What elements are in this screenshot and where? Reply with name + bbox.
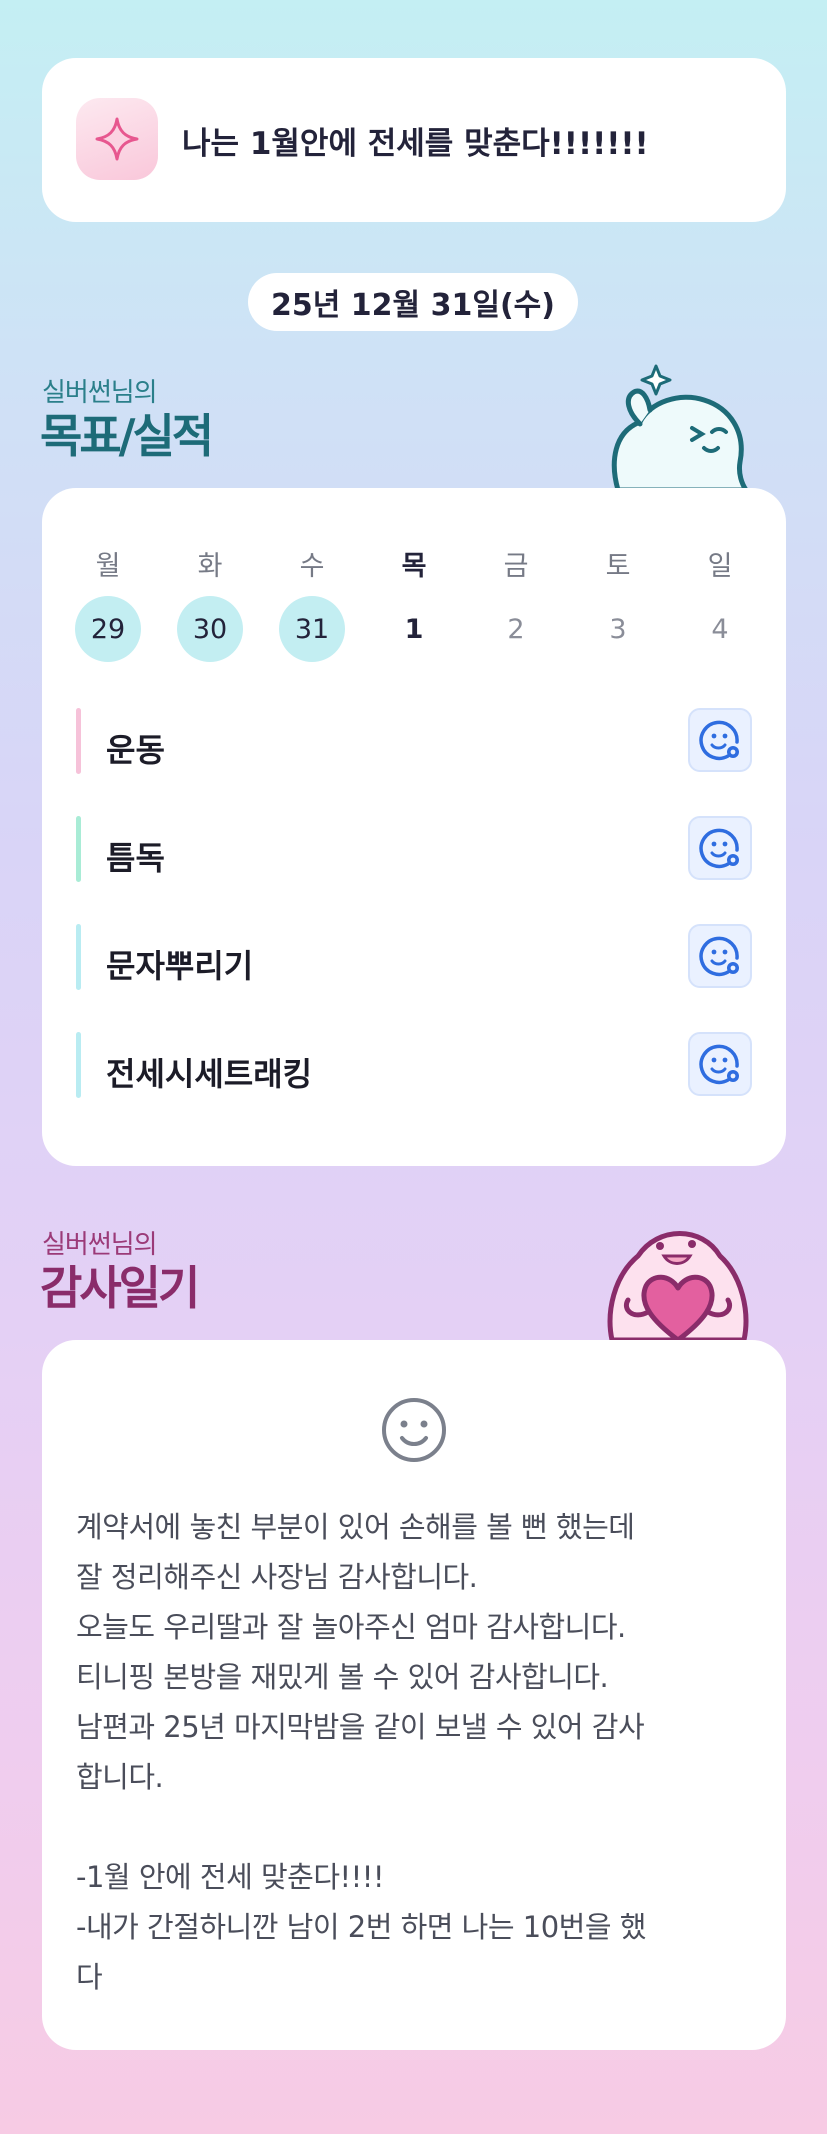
day-cell-completed[interactable]: 29 <box>75 596 141 662</box>
goals-section-title: 목표/실적 <box>40 409 214 463</box>
smile-face-icon <box>382 1398 446 1462</box>
day-cell[interactable]: 2 <box>483 596 549 662</box>
weekday-label: 수 <box>299 551 325 582</box>
goal-row[interactable]: 운동 <box>76 708 752 774</box>
goal-color-bar <box>76 924 81 990</box>
goal-label: 문자뿌리기 <box>106 947 254 985</box>
weekday-label: 화 <box>197 551 223 582</box>
weekday-label-today: 목 <box>401 551 427 582</box>
thanks-diary-text: 계약서에 놓친 부분이 있어 손해를 볼 뻔 했는데 잘 정리해주신 사장님 감… <box>76 1510 646 1994</box>
goals-card: 월 화 수 목 금 토 일 29 30 31 1 2 3 4 운동 틈독 문자뿌… <box>42 488 786 1166</box>
goal-status-button[interactable] <box>688 816 752 880</box>
goal-color-bar <box>76 708 81 774</box>
weekday-label: 금 <box>503 551 529 582</box>
thanks-diary-card[interactable]: 계약서에 놓친 부분이 있어 손해를 볼 뻔 했는데 잘 정리해주신 사장님 감… <box>42 1340 786 2050</box>
day-cell-completed[interactable]: 31 <box>279 596 345 662</box>
goal-status-button[interactable] <box>688 708 752 772</box>
goal-row[interactable]: 틈독 <box>76 816 752 882</box>
weekday-label: 일 <box>707 551 733 582</box>
goal-status-button[interactable] <box>688 924 752 988</box>
goal-label: 운동 <box>106 731 165 769</box>
goal-banner-text: 나는 1월안에 전세를 맞춘다!!!!!!! <box>182 126 649 162</box>
thanks-section-title: 감사일기 <box>40 1261 200 1315</box>
goal-color-bar <box>76 816 81 882</box>
mascot-teal-illustration <box>611 364 749 492</box>
day-cell[interactable]: 4 <box>687 596 753 662</box>
goal-banner[interactable]: 나는 1월안에 전세를 맞춘다!!!!!!! <box>42 58 786 222</box>
smiley-settings-icon <box>699 828 739 869</box>
weekday-label: 월 <box>95 551 121 582</box>
goal-row[interactable]: 전세시세트래킹 <box>76 1032 752 1098</box>
day-cell-completed[interactable]: 30 <box>177 596 243 662</box>
goal-label: 틈독 <box>106 839 165 877</box>
day-cell[interactable]: 3 <box>585 596 651 662</box>
mascot-pink-heart-illustration <box>607 1231 749 1342</box>
goal-color-bar <box>76 1032 81 1098</box>
smiley-settings-icon <box>699 1044 739 1085</box>
date-selector[interactable]: 25년 12월 31일(수) <box>248 273 578 331</box>
goal-row[interactable]: 문자뿌리기 <box>76 924 752 990</box>
smiley-settings-icon <box>699 720 739 761</box>
day-cell-today[interactable]: 1 <box>381 596 447 662</box>
weekday-label: 토 <box>605 551 631 582</box>
smiley-settings-icon <box>699 936 739 977</box>
sparkle-icon <box>76 98 158 180</box>
goal-label: 전세시세트래킹 <box>106 1055 313 1093</box>
goal-status-button[interactable] <box>688 1032 752 1096</box>
